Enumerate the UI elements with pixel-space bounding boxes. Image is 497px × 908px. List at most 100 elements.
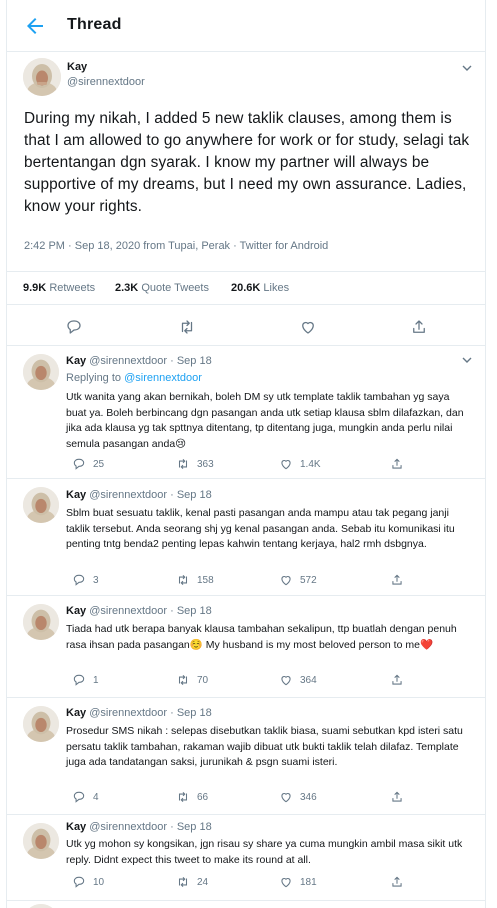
reply-handle-date: @sirennextdoor · Sep 18 (89, 605, 212, 617)
reply-icon (73, 674, 85, 686)
chevron-down-icon[interactable] (461, 354, 473, 366)
share-icon (392, 574, 402, 585)
avatar[interactable] (23, 58, 61, 96)
like-icon (281, 676, 291, 686)
reply-author[interactable]: Kay @sirennextdoor · Sep 18 (66, 707, 212, 719)
like-button[interactable]: 572 (279, 573, 317, 587)
replying-label: Replying to (66, 372, 125, 384)
retweet-icon (178, 674, 188, 686)
reply-handle-date: @sirennextdoor · Sep 18 (89, 707, 212, 719)
replying-handle[interactable]: @sirennextdoor (124, 372, 202, 384)
reply-button[interactable]: 25 (72, 457, 104, 471)
reply-handle-date: @sirennextdoor · Sep 18 (89, 355, 212, 367)
retweet-icon (178, 791, 188, 803)
reply-button[interactable]: 1 (72, 673, 99, 687)
avatar[interactable] (23, 706, 59, 742)
retweets-count: 9.9K (23, 282, 47, 294)
like-icon (281, 793, 291, 803)
retweet-button[interactable]: 70 (176, 673, 208, 687)
reply-tweet[interactable]: Kay @sirennextdoor · Sep 18 Prosedur SMS… (7, 698, 485, 815)
avatar[interactable] (23, 354, 59, 390)
retweet-button[interactable]: 158 (176, 573, 214, 587)
reply-text: Utk yg mohon sy kongsikan, jgn risau sy … (66, 838, 463, 866)
quotes-stat[interactable]: 2.3K Quote Tweets (115, 282, 209, 294)
reply-author[interactable]: Kay @sirennextdoor · Sep 18 (66, 355, 212, 367)
reply-icon (73, 574, 85, 586)
tweet-text: During my nikah, I added 5 new taklik cl… (24, 110, 470, 215)
like-button[interactable]: 364 (279, 673, 317, 687)
reply-icon[interactable] (65, 318, 83, 336)
reply-tweet[interactable]: Kay @sirennextdoor · Sep 18 Utk yg mohon… (7, 815, 485, 901)
share-icon[interactable] (410, 318, 428, 336)
retweet-count: 363 (197, 458, 214, 470)
like-button[interactable]: 1.4K (279, 457, 321, 471)
reply-count: 4 (93, 791, 99, 803)
reply-author-name: Kay (66, 605, 87, 617)
reply-actions: 25 363 1.4K (66, 457, 446, 473)
share-icon (392, 674, 402, 685)
reply-icon (73, 458, 85, 470)
reply-button[interactable]: 3 (72, 573, 99, 587)
reply-icon (73, 791, 85, 803)
tweet-stats: 9.9K Retweets 2.3K Quote Tweets 20.6K Li… (7, 271, 485, 305)
tweet-actions (7, 306, 485, 346)
retweet-button[interactable]: 66 (176, 790, 208, 804)
page-title: Thread (67, 16, 122, 33)
reply-tweet[interactable]: Kay @sirennextdoor · Sep 18 Sblm buat se… (7, 479, 485, 596)
reply-author[interactable]: Kay @sirennextdoor · Sep 18 (66, 605, 212, 617)
avatar[interactable] (23, 487, 59, 523)
like-count: 346 (300, 791, 317, 803)
share-button[interactable] (390, 875, 404, 889)
likes-stat[interactable]: 20.6K Likes (231, 282, 289, 294)
reply-tweet[interactable]: Kay @sirennextdoor · Sep 18 Tiada had ut… (7, 596, 485, 698)
reply-count: 3 (93, 574, 99, 586)
share-button[interactable] (390, 573, 404, 587)
reply-author[interactable]: Kay @sirennextdoor · Sep 18 (66, 489, 212, 501)
like-icon (281, 460, 291, 470)
reply-actions: 10 24 181 (66, 875, 446, 891)
like-count: 1.4K (300, 458, 321, 470)
retweet-count: 70 (197, 674, 209, 686)
reply-author[interactable]: Kay @sirennextdoor · Sep 18 (66, 821, 212, 833)
reply-text: Sblm buat sesuatu taklik, kenal pasti pa… (66, 507, 455, 550)
reply-button[interactable]: 10 (72, 875, 104, 889)
reply-count: 25 (93, 458, 105, 470)
reply-text: Prosedur SMS nikah : selepas disebutkan … (66, 725, 463, 768)
share-button[interactable] (390, 790, 404, 804)
tweet-meta[interactable]: 2:42 PM · Sep 18, 2020 from Tupai, Perak… (24, 240, 328, 252)
like-count: 364 (300, 674, 317, 686)
share-button[interactable] (390, 673, 404, 687)
like-button[interactable]: 181 (279, 875, 317, 889)
thread-header: Thread (7, 0, 485, 52)
reply-actions: 3 158 572 (66, 573, 446, 589)
retweets-stat[interactable]: 9.9K Retweets (23, 282, 95, 294)
retweet-icon (178, 574, 188, 586)
likes-count: 20.6K (231, 282, 261, 294)
back-arrow-icon[interactable] (23, 14, 47, 38)
retweet-button[interactable]: 24 (176, 875, 208, 889)
avatar[interactable] (23, 904, 59, 908)
reply-count: 1 (93, 674, 99, 686)
avatar[interactable] (23, 604, 59, 640)
author-name[interactable]: Kay (67, 61, 87, 73)
reply-text: Tiada had utk berapa banyak klausa tamba… (66, 623, 457, 651)
retweet-icon[interactable] (178, 318, 196, 336)
retweet-button[interactable]: 363 (176, 457, 214, 471)
avatar[interactable] (23, 823, 59, 859)
reply-tweet[interactable]: Kay @sirennextdoor · Sep 18 Replying to … (7, 346, 485, 479)
reply-handle-date: @sirennextdoor · Sep 18 (89, 821, 212, 833)
like-icon[interactable] (299, 318, 317, 336)
author-handle[interactable]: @sirennextdoor (67, 76, 145, 88)
replying-to: Replying to @sirennextdoor (66, 372, 202, 384)
share-icon (392, 791, 402, 802)
retweet-icon (178, 458, 188, 470)
reply-author-name: Kay (66, 707, 87, 719)
share-icon (392, 458, 402, 469)
chevron-down-icon[interactable] (461, 62, 473, 74)
share-button[interactable] (390, 457, 404, 471)
reply-button[interactable]: 4 (72, 790, 99, 804)
likes-label: Likes (263, 282, 290, 294)
retweets-label: Retweets (49, 282, 96, 294)
like-button[interactable]: 346 (279, 790, 317, 804)
retweet-count: 24 (197, 876, 209, 888)
